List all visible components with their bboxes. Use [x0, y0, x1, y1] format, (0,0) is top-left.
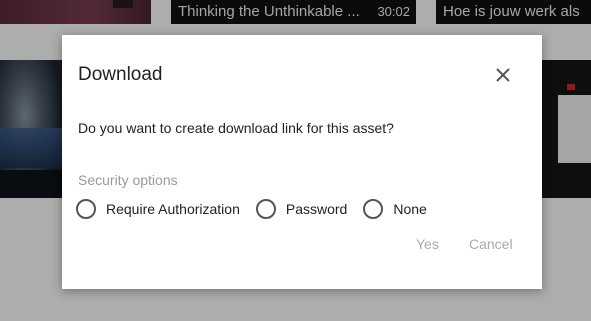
- radio-label: None: [393, 201, 427, 217]
- radio-require-authorization[interactable]: Require Authorization: [76, 199, 240, 219]
- download-dialog: Download Do you want to create download …: [62, 35, 542, 289]
- dialog-question: Do you want to create download link for …: [78, 120, 394, 136]
- yes-button[interactable]: Yes: [416, 236, 439, 252]
- close-button[interactable]: [490, 62, 516, 88]
- cancel-button[interactable]: Cancel: [469, 236, 513, 252]
- radio-circle-icon[interactable]: [76, 199, 96, 219]
- security-options-group: Require Authorization Password None: [76, 198, 427, 220]
- dialog-title: Download: [78, 64, 163, 85]
- security-options-label: Security options: [78, 172, 178, 188]
- close-icon: [496, 68, 510, 82]
- radio-password[interactable]: Password: [255, 199, 348, 219]
- radio-none[interactable]: None: [363, 199, 427, 219]
- radio-label: Require Authorization: [106, 201, 240, 217]
- page: Thinking the Unthinkable ... 30:02 Hoe i…: [0, 0, 591, 321]
- radio-circle-icon[interactable]: [255, 199, 276, 219]
- radio-label: Password: [285, 201, 348, 217]
- radio-circle-icon[interactable]: [363, 199, 384, 219]
